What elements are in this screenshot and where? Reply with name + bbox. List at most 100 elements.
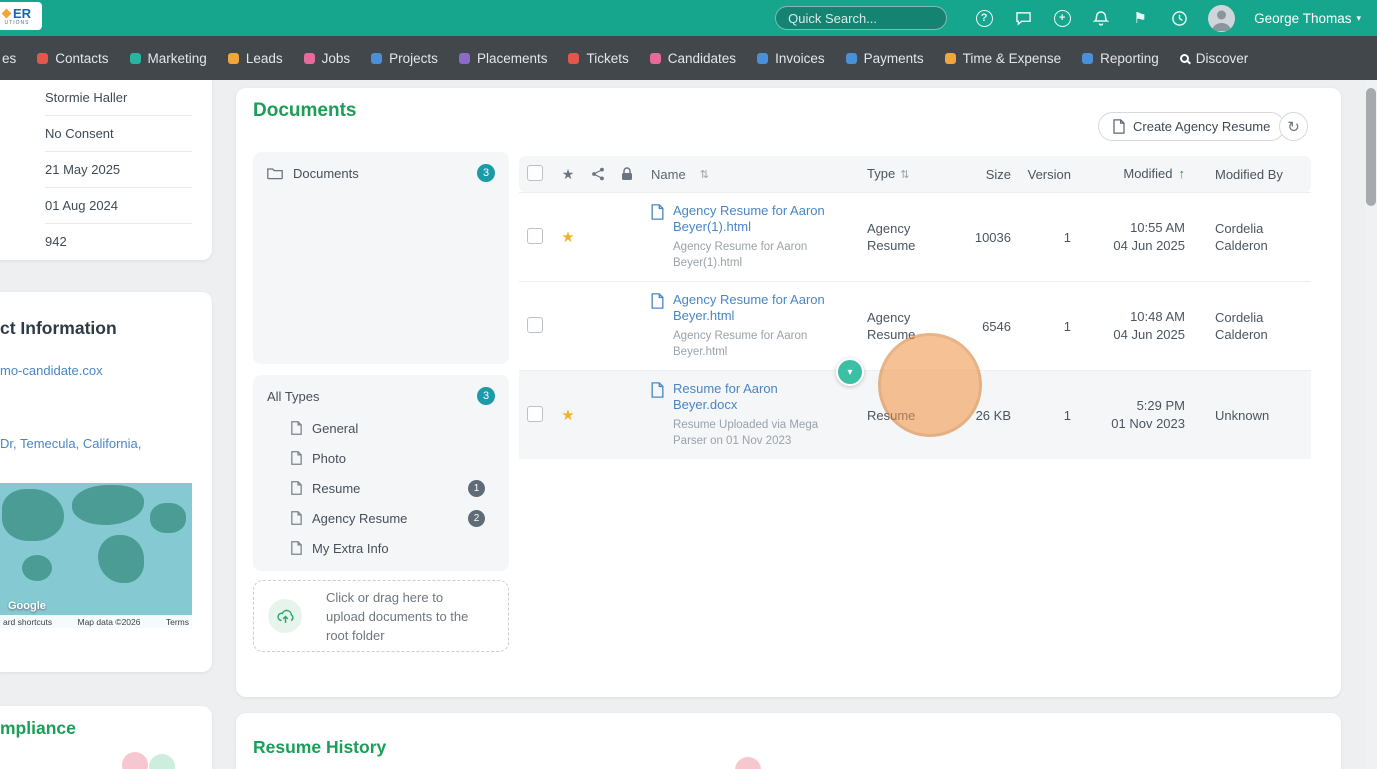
- sort-icon: ⇅: [699, 168, 709, 181]
- nav-item-icon: [458, 52, 470, 64]
- page-scrollbar: [1365, 80, 1377, 769]
- scrollbar-thumb[interactable]: [1366, 88, 1376, 206]
- type-filter-item[interactable]: General: [253, 413, 509, 443]
- document-subtitle: Agency Resume for Aaron Beyer(1).html: [673, 241, 808, 269]
- type-filter-item[interactable]: Resume 1: [253, 473, 509, 503]
- type-filter-item[interactable]: Photo: [253, 443, 509, 473]
- map-landmass: [2, 489, 64, 541]
- map-terms-link[interactable]: Terms: [166, 617, 189, 627]
- documents-title: Documents: [253, 100, 357, 121]
- nav-item-tickets[interactable]: Tickets: [568, 51, 629, 66]
- document-link[interactable]: Resume for Aaron Beyer.docx: [673, 381, 845, 413]
- compliance-title: mpliance: [0, 718, 76, 738]
- nav-item-icon: [37, 52, 49, 64]
- file-icon: [651, 382, 664, 398]
- modified-date: 04 Jun 2025: [1113, 238, 1185, 253]
- header-version[interactable]: Version: [1023, 167, 1083, 182]
- modified-time: 10:55 AM: [1130, 220, 1185, 235]
- table-row[interactable]: ★ Agency Resume for Aaron Beyer(1).html …: [519, 192, 1311, 281]
- type-filter-item[interactable]: Agency Resume 2: [253, 503, 509, 533]
- header-name[interactable]: Name ⇅: [641, 167, 853, 182]
- nav-item-projects[interactable]: Projects: [371, 51, 438, 66]
- star-icon[interactable]: ★: [561, 228, 574, 246]
- summary-row: No Consent: [45, 116, 192, 152]
- logo-diamond-icon: [1, 8, 12, 18]
- nav-item-time-expense[interactable]: Time & Expense: [944, 50, 1062, 66]
- nav-item-discover[interactable]: Discover: [1179, 51, 1248, 66]
- user-avatar[interactable]: [1208, 4, 1236, 32]
- nav-item-contacts[interactable]: Contacts: [37, 51, 109, 66]
- candidate-email-link[interactable]: mo-candidate.cox: [0, 363, 212, 378]
- nav-item-label: Placements: [476, 50, 548, 66]
- document-link[interactable]: Agency Resume for Aaron Beyer(1).html: [673, 203, 845, 235]
- header-modified[interactable]: Modified ↑: [1083, 165, 1201, 183]
- document-link[interactable]: Agency Resume for Aaron Beyer.html: [673, 292, 845, 324]
- type-filter-count-badge: 1: [468, 479, 485, 497]
- help-icon[interactable]: ?: [974, 8, 994, 28]
- header-size[interactable]: Size: [953, 167, 1023, 182]
- nav-item-invoices[interactable]: Invoices: [757, 51, 825, 66]
- notifications-bell-icon[interactable]: [1091, 8, 1111, 28]
- nav-item-reporting[interactable]: Reporting: [1082, 51, 1159, 66]
- all-types-filter[interactable]: All Types 3: [253, 375, 509, 413]
- document-type: Resume: [867, 407, 916, 423]
- row-checkbox[interactable]: [527, 227, 543, 244]
- documents-card: Documents Create Agency Resume ↻ Documen…: [236, 88, 1341, 697]
- file-icon: [651, 204, 664, 220]
- star-icon[interactable]: ★: [561, 406, 574, 424]
- share-column-icon: [583, 167, 613, 181]
- document-type: Agency Resume: [867, 221, 916, 253]
- refresh-icon: ↻: [1287, 118, 1300, 136]
- resume-history-title: Resume History: [253, 737, 387, 757]
- nav-item-leads[interactable]: Leads: [227, 51, 283, 66]
- document-subtitle: Agency Resume for Aaron Beyer.html: [673, 330, 808, 358]
- nav-item-partial[interactable]: es: [2, 51, 16, 66]
- type-filter-item[interactable]: My Extra Info: [253, 533, 509, 563]
- nav-item-label: Marketing: [147, 50, 207, 66]
- document-modified-by: Unknown: [1215, 407, 1270, 423]
- compliance-status-negative-icon[interactable]: [122, 752, 148, 769]
- upload-dropzone[interactable]: Click or drag here to upload documents t…: [253, 580, 509, 652]
- type-filter-item[interactable]: My Extra Info 2: [253, 563, 509, 572]
- nav-item-label: Invoices: [775, 50, 825, 66]
- nav-item-icon: [845, 52, 857, 64]
- candidate-address-link[interactable]: Dr, Temecula, California,: [0, 436, 212, 451]
- row-actions-button[interactable]: ▾: [836, 358, 864, 386]
- folder-root-item[interactable]: Documents 3: [253, 152, 509, 190]
- map-keyboard-shortcuts[interactable]: ard shortcuts: [3, 617, 52, 627]
- caret-down-icon: ▾: [1356, 12, 1361, 23]
- nav-item-placements[interactable]: Placements: [458, 50, 548, 66]
- map-landmass: [98, 535, 144, 583]
- table-row[interactable]: ★ Resume for Aaron Beyer.docx Resume Upl…: [519, 370, 1311, 459]
- nav-item-marketing[interactable]: Marketing: [129, 50, 207, 66]
- chat-icon[interactable]: [1013, 8, 1033, 28]
- table-row[interactable]: Agency Resume for Aaron Beyer.html Agenc…: [519, 281, 1311, 370]
- row-checkbox[interactable]: [527, 316, 543, 333]
- nav-item-label: Time & Expense: [962, 50, 1062, 66]
- add-icon[interactable]: +: [1052, 8, 1072, 28]
- select-all-checkbox[interactable]: [527, 164, 543, 181]
- flag-icon[interactable]: ⚑: [1130, 8, 1150, 28]
- logo-text: ER: [1, 7, 31, 20]
- user-menu[interactable]: George Thomas ▾: [1254, 11, 1361, 26]
- chevron-down-icon: ▾: [847, 366, 853, 378]
- google-map[interactable]: Google ard shortcuts Map data ©2026 Term…: [0, 483, 192, 628]
- row-checkbox[interactable]: [527, 405, 543, 422]
- nav-item-jobs[interactable]: Jobs: [303, 51, 350, 66]
- header-type[interactable]: Type ⇅: [853, 165, 953, 184]
- refresh-button[interactable]: ↻: [1279, 112, 1308, 141]
- quick-search-input[interactable]: [775, 6, 948, 30]
- type-filter-label: Resume: [312, 480, 361, 496]
- file-icon: [651, 293, 664, 309]
- document-size: 26 KB: [975, 407, 1011, 423]
- history-clock-icon[interactable]: [1169, 8, 1189, 28]
- type-filter-label: My Extra Info: [312, 540, 389, 556]
- compliance-status-positive-icon[interactable]: [149, 754, 175, 769]
- lock-column-icon: [613, 167, 641, 181]
- app-logo[interactable]: ER UTIONS: [0, 2, 42, 30]
- file-type-icon: [291, 511, 302, 525]
- nav-item-candidates[interactable]: Candidates: [649, 51, 736, 66]
- create-agency-resume-button[interactable]: Create Agency Resume: [1098, 112, 1286, 141]
- nav-item-payments[interactable]: Payments: [845, 51, 924, 66]
- modified-date: 01 Nov 2023: [1111, 416, 1185, 431]
